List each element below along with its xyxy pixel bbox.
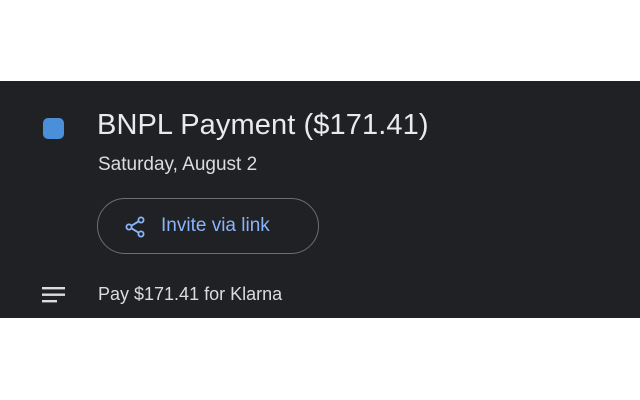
- invite-via-link-button[interactable]: Invite via link: [97, 198, 319, 254]
- event-details-panel: BNPL Payment ($171.41) Saturday, August …: [0, 81, 640, 318]
- event-description: Pay $171.41 for Klarna: [98, 284, 283, 304]
- notes-icon: [42, 286, 66, 304]
- event-color-chip: [43, 118, 64, 139]
- share-icon: [123, 215, 147, 239]
- event-date: Saturday, August 2: [98, 154, 258, 175]
- invite-via-link-label: Invite via link: [161, 215, 270, 236]
- event-title: BNPL Payment ($171.41): [97, 109, 429, 141]
